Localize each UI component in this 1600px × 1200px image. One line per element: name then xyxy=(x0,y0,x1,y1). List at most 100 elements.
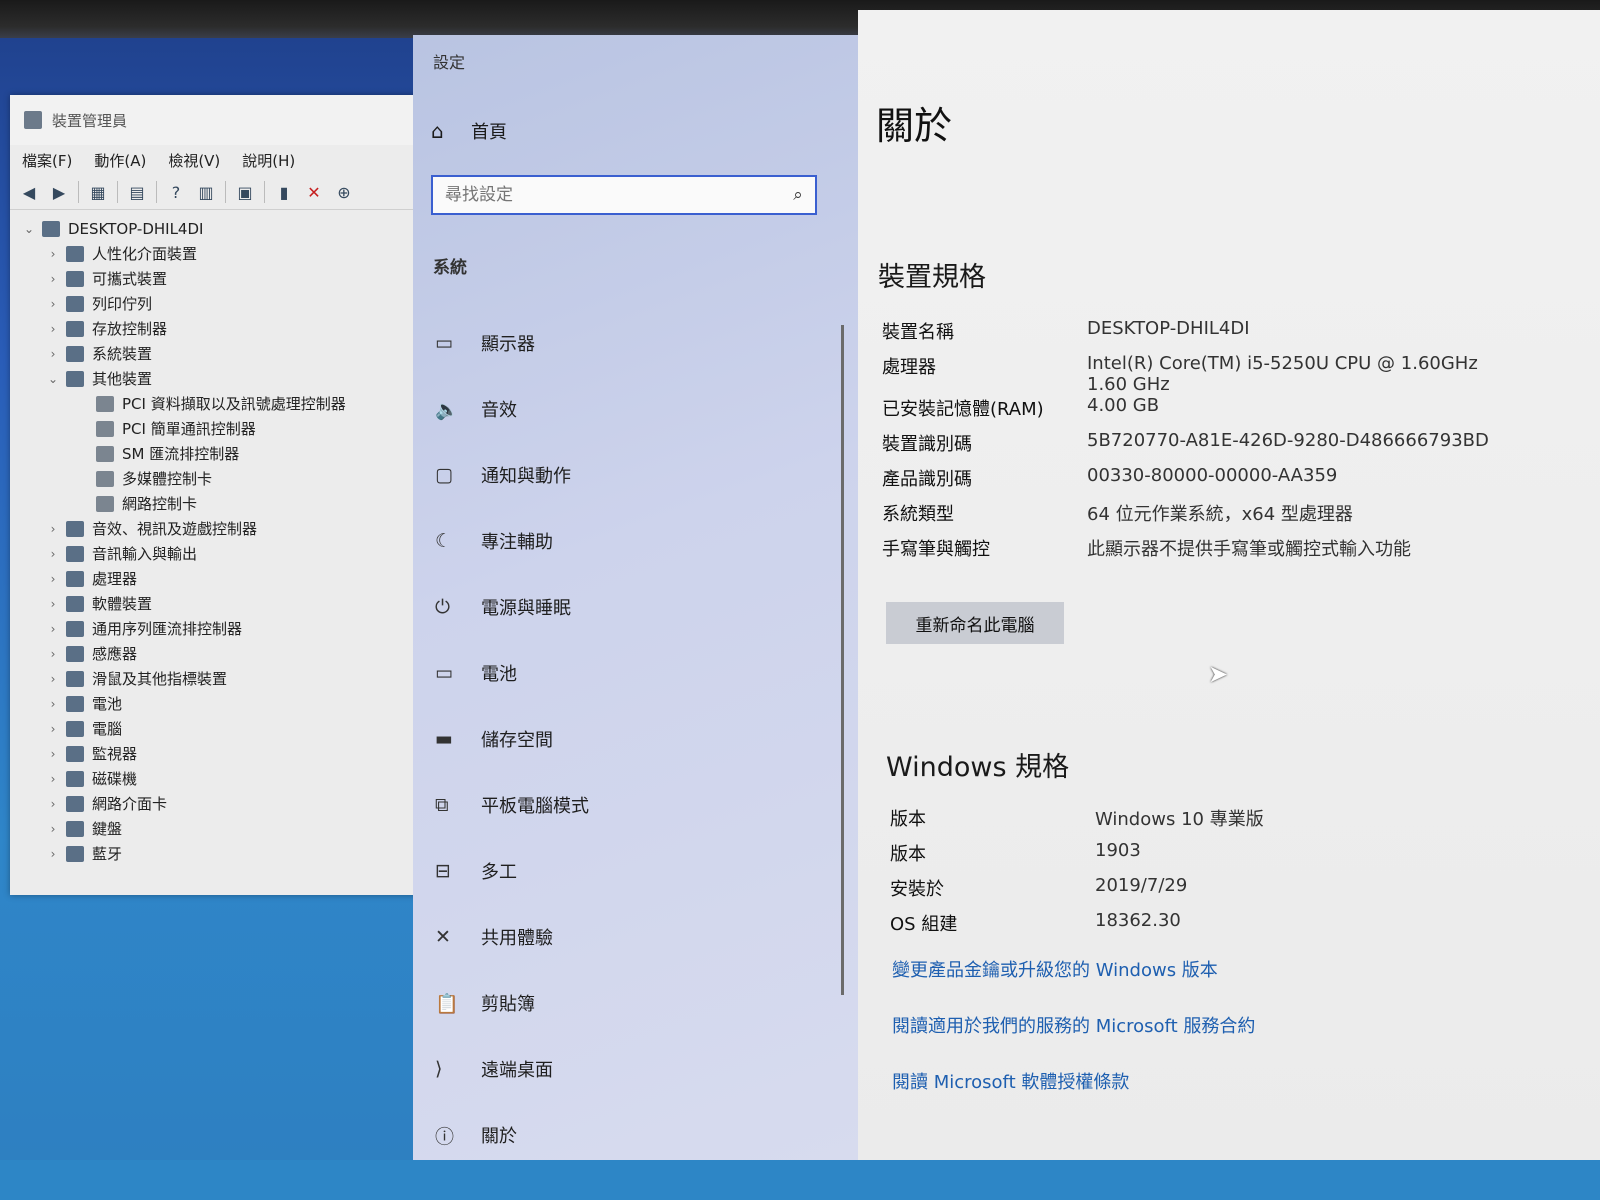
settings-search-box[interactable]: ⌕ xyxy=(431,175,817,215)
nav-item[interactable]: ▬ 儲存空間 xyxy=(431,706,831,772)
spec-key: 安裝於 xyxy=(890,879,944,900)
nav-item[interactable]: ⓘ 關於 xyxy=(431,1102,831,1168)
chevron-right-icon[interactable]: › xyxy=(44,347,62,361)
chevron-right-icon[interactable]: › xyxy=(44,297,62,311)
device-category-icon xyxy=(66,545,84,562)
tree-category[interactable]: › 通用序列匯流排控制器 xyxy=(20,616,430,641)
tree-item-label: 系統裝置 xyxy=(92,345,153,363)
chevron-right-icon[interactable]: › xyxy=(44,522,62,536)
tablet-icon: ⧉ xyxy=(435,794,449,816)
search-input[interactable] xyxy=(433,184,781,206)
chevron-right-icon[interactable]: › xyxy=(44,272,62,286)
tree-category[interactable]: › 監視器 xyxy=(20,741,430,766)
tree-category[interactable]: › 磁碟機 xyxy=(20,766,430,791)
nav-item[interactable]: ▭ 顯示器 xyxy=(431,310,831,376)
chevron-right-icon[interactable]: › xyxy=(44,747,62,761)
menu-help[interactable]: 說明(H) xyxy=(242,150,295,171)
info-icon: ⓘ xyxy=(435,1125,455,1148)
tree-category[interactable]: › 軟體裝置 xyxy=(20,591,430,616)
menu-action[interactable]: 動作(A) xyxy=(94,150,146,171)
search-icon[interactable]: ⌕ xyxy=(781,185,815,205)
tree-category[interactable]: › 感應器 xyxy=(20,641,430,666)
chevron-right-icon[interactable]: › xyxy=(44,547,62,561)
chevron-right-icon[interactable]: › xyxy=(44,722,62,736)
tree-category[interactable]: › 列印佇列 xyxy=(20,291,430,316)
spec-row: 版本 Windows 10 專業版 xyxy=(890,805,1570,840)
tree-child-item[interactable]: PCI 簡單通訊控制器 xyxy=(20,416,430,441)
chevron-right-icon[interactable]: › xyxy=(44,247,62,261)
chevron-right-icon[interactable]: › xyxy=(44,572,62,586)
tree-root[interactable]: ⌄ DESKTOP-DHIL4DI xyxy=(20,216,430,241)
tree-category[interactable]: › 存放控制器 xyxy=(20,316,430,341)
tree-category[interactable]: › 鍵盤 xyxy=(20,816,430,841)
chevron-right-icon[interactable]: › xyxy=(44,697,62,711)
chevron-right-icon[interactable]: › xyxy=(44,822,62,836)
tree-item-label: 音效、視訊及遊戲控制器 xyxy=(92,520,258,538)
tree-category[interactable]: › 電腦 xyxy=(20,716,430,741)
chevron-right-icon[interactable]: › xyxy=(44,322,62,336)
chevron-right-icon[interactable]: › xyxy=(44,597,62,611)
tree-category[interactable]: › 滑鼠及其他指標裝置 xyxy=(20,666,430,691)
nav-item[interactable]: ▢ 通知與動作 xyxy=(431,442,831,508)
nav-item[interactable]: ⏻ 電源與睡眠 xyxy=(431,574,831,640)
nav-item[interactable]: ⟩ 遠端桌面 xyxy=(431,1036,831,1102)
help-icon[interactable]: ? xyxy=(165,181,187,203)
back-arrow-icon[interactable]: ◀ xyxy=(18,181,40,203)
download-icon[interactable]: ⊕ xyxy=(333,181,355,203)
nav-item[interactable]: ⧉ 平板電腦模式 xyxy=(431,772,831,838)
nav-item[interactable]: ✕ 共用體驗 xyxy=(431,904,831,970)
power-icon: ⏻ xyxy=(435,596,451,618)
tree-category[interactable]: › 藍牙 xyxy=(20,841,430,866)
tree-child-item[interactable]: SM 匯流排控制器 xyxy=(20,441,430,466)
tree-category[interactable]: › 音效、視訊及遊戲控制器 xyxy=(20,516,430,541)
change-product-key-link[interactable]: 變更產品金鑰或升級您的 Windows 版本 xyxy=(892,956,1218,982)
uninstall-icon[interactable]: ✕ xyxy=(303,181,325,203)
tree-child-item[interactable]: PCI 資料擷取以及訊號處理控制器 xyxy=(20,391,430,416)
tree-category[interactable]: › 處理器 xyxy=(20,566,430,591)
tree-child-item[interactable]: 多媒體控制卡 xyxy=(20,466,430,491)
chevron-right-icon[interactable]: › xyxy=(44,672,62,686)
windows-specs-heading: Windows 規格 xyxy=(886,752,1070,783)
tree-category[interactable]: › 音訊輸入與輸出 xyxy=(20,541,430,566)
properties-icon[interactable]: ▤ xyxy=(126,181,148,203)
nav-item-label: 通知與動作 xyxy=(481,466,571,487)
tree-category[interactable]: ⌄ 其他裝置 xyxy=(20,366,430,391)
menu-file[interactable]: 檔案(F) xyxy=(22,150,72,171)
update-driver-icon[interactable]: ▮ xyxy=(273,181,295,203)
chevron-right-icon[interactable]: › xyxy=(44,647,62,661)
nav-item[interactable]: ☾ 專注輔助 xyxy=(431,508,831,574)
chevron-right-icon[interactable]: › xyxy=(44,797,62,811)
tree-item-label: 網路控制卡 xyxy=(122,495,198,513)
device-category-icon xyxy=(66,620,84,637)
chevron-right-icon[interactable]: › xyxy=(44,847,62,861)
tree-item-label: 音訊輸入與輸出 xyxy=(92,545,198,563)
tree-child-item[interactable]: 網路控制卡 xyxy=(20,491,430,516)
nav-item[interactable]: ⊟ 多工 xyxy=(431,838,831,904)
spec-row: 已安裝記憶體(RAM) 4.00 GB xyxy=(882,395,1562,430)
chevron-down-icon[interactable]: ⌄ xyxy=(44,372,62,386)
rename-pc-button[interactable]: 重新命名此電腦 xyxy=(886,602,1064,644)
chevron-right-icon[interactable]: › xyxy=(44,622,62,636)
tree-category[interactable]: › 人性化介面裝置 xyxy=(20,241,430,266)
nav-item[interactable]: ▭ 電池 xyxy=(431,640,831,706)
tree-category[interactable]: › 網路介面卡 xyxy=(20,791,430,816)
nav-scrollbar[interactable] xyxy=(841,325,844,995)
nav-item[interactable]: 📋 剪貼簿 xyxy=(431,970,831,1036)
monitor-scan-icon[interactable]: ▣ xyxy=(234,181,256,203)
menu-view[interactable]: 檢視(V) xyxy=(168,150,220,171)
license-terms-link[interactable]: 閱讀 Microsoft 軟體授權條款 xyxy=(892,1068,1129,1094)
spec-row: 裝置名稱 DESKTOP-DHIL4DI xyxy=(882,318,1562,353)
view-icon[interactable]: ▥ xyxy=(195,181,217,203)
chevron-down-icon[interactable]: ⌄ xyxy=(20,222,38,236)
home-nav-item[interactable]: ⌂ 首頁 xyxy=(431,118,507,144)
chevron-right-icon[interactable]: › xyxy=(44,772,62,786)
show-hide-tree-icon[interactable]: ▦ xyxy=(87,181,109,203)
tree-item-label: 感應器 xyxy=(92,645,138,663)
tree-category[interactable]: › 系統裝置 xyxy=(20,341,430,366)
service-agreement-link[interactable]: 閱讀適用於我們的服務的 Microsoft 服務合約 xyxy=(892,1012,1255,1038)
tree-category[interactable]: › 可攜式裝置 xyxy=(20,266,430,291)
tree-category[interactable]: › 電池 xyxy=(20,691,430,716)
device-category-icon xyxy=(66,645,84,662)
forward-arrow-icon[interactable]: ▶ xyxy=(48,181,70,203)
nav-item[interactable]: 🔈 音效 xyxy=(431,376,831,442)
